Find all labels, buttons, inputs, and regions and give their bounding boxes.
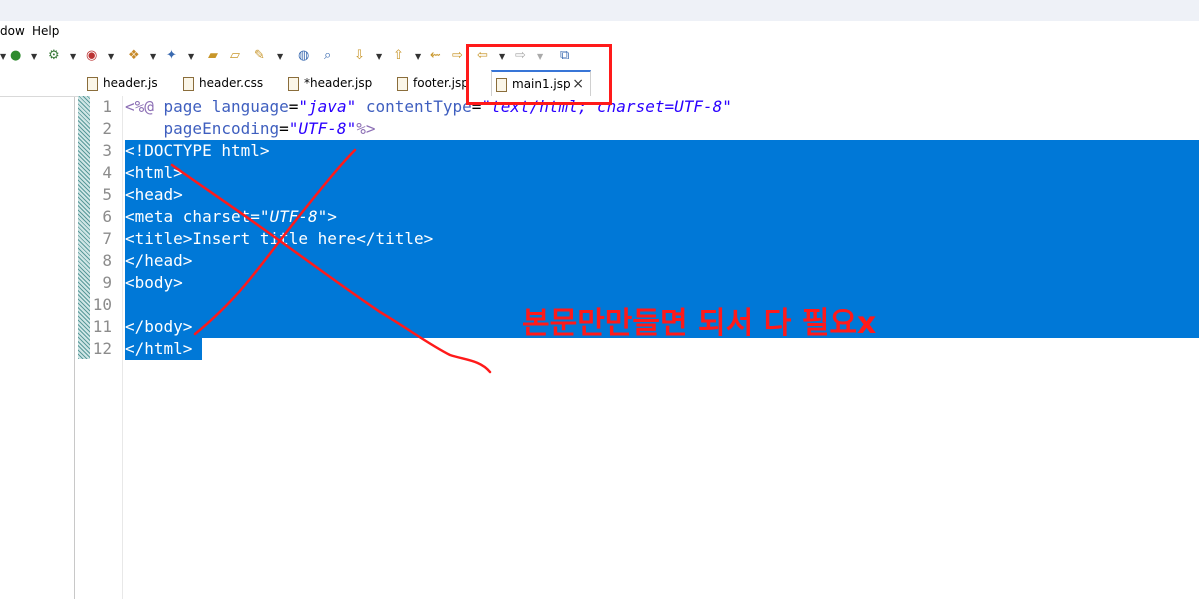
annotation-text: 본문만만들면 되서 다 필요x [522, 306, 877, 341]
scribble-stroke-1 [193, 148, 357, 336]
scribble-stroke-2 [170, 163, 492, 374]
